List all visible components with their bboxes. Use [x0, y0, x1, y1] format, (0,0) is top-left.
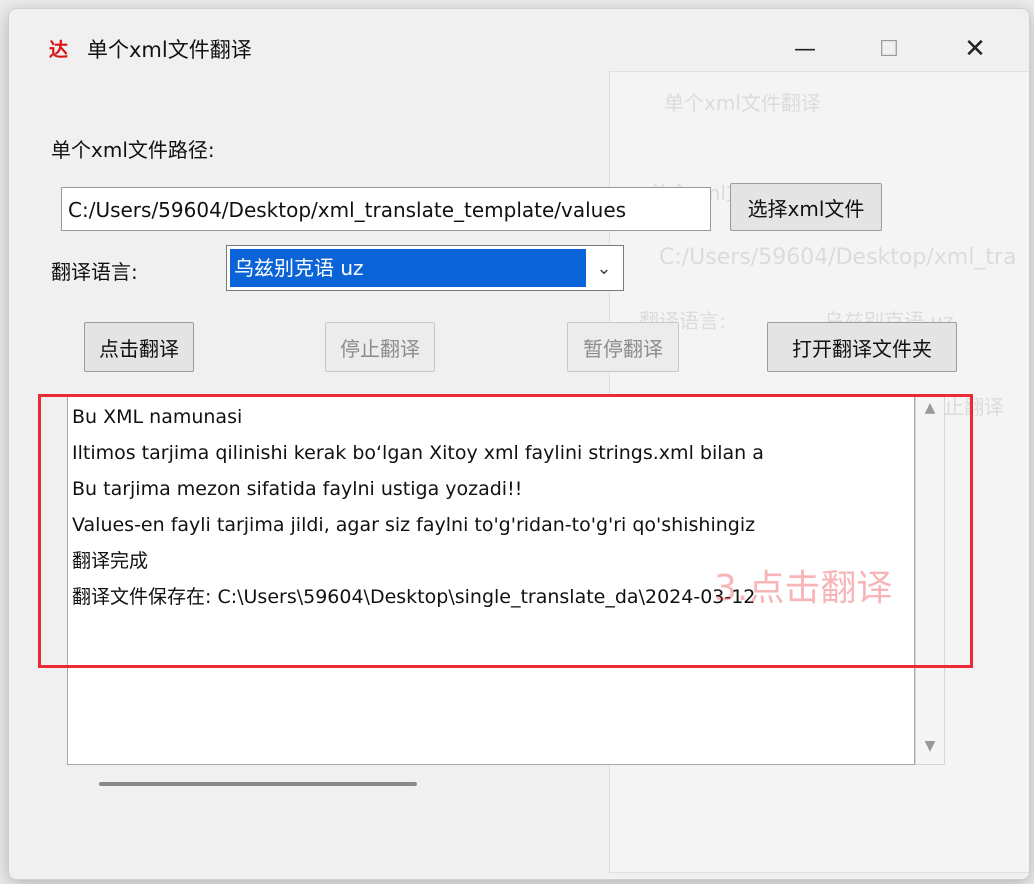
open-translation-folder-button[interactable]: 打开翻译文件夹: [767, 322, 957, 372]
scroll-down-icon[interactable]: ▼: [916, 738, 944, 760]
language-selected-value: 乌兹别克语 uz: [230, 249, 586, 287]
window-title: 单个xml文件翻译: [87, 38, 252, 62]
log-line: 翻译完成: [72, 550, 149, 572]
choose-xml-file-button[interactable]: 选择xml文件: [730, 183, 882, 231]
maximize-button[interactable]: ☐: [853, 25, 925, 73]
log-line: Bu tarjima mezon sifatida faylni ustiga …: [72, 478, 523, 500]
app-window: 单个xml文件翻译 单个xml文件路径: C:/Users/59604/Desk…: [8, 8, 1030, 880]
title-bar: 达 单个xml文件翻译 — ☐ ✕: [9, 9, 1029, 85]
scroll-up-icon[interactable]: ▲: [916, 400, 944, 422]
stop-translate-button[interactable]: 停止翻译: [325, 322, 435, 372]
app-logo-icon: 达: [49, 39, 69, 61]
log-line: Iltimos tarjima qilinishi kerak bo‘lgan …: [72, 442, 764, 464]
pause-translate-button[interactable]: 暂停翻译: [567, 322, 679, 372]
log-line: Bu XML namunasi: [72, 406, 243, 428]
ghost-path-value: C:/Users/59604/Desktop/xml_tra: [659, 245, 1017, 270]
vertical-scrollbar[interactable]: ▲ ▼: [915, 395, 945, 765]
log-line: Values-en fayli tarjima jildi, agar siz …: [72, 514, 756, 536]
translate-button[interactable]: 点击翻译: [84, 322, 194, 372]
log-line: 翻译文件保存在: C:\Users\59604\Desktop\single_t…: [72, 586, 756, 608]
minimize-button[interactable]: —: [769, 25, 841, 73]
language-label: 翻译语言:: [51, 260, 138, 284]
log-output[interactable]: Bu XML namunasi Iltimos tarjima qilinish…: [67, 395, 915, 765]
chevron-down-icon[interactable]: ⌄: [589, 249, 619, 287]
close-button[interactable]: ✕: [939, 25, 1011, 73]
language-select[interactable]: 乌兹别克语 uz ⌄: [226, 245, 624, 291]
ghost-window-title: 单个xml文件翻译: [664, 91, 821, 115]
horizontal-scrollbar[interactable]: [99, 782, 417, 786]
xml-path-input[interactable]: C:/Users/59604/Desktop/xml_translate_tem…: [61, 187, 711, 231]
path-label: 单个xml文件路径:: [51, 138, 215, 162]
